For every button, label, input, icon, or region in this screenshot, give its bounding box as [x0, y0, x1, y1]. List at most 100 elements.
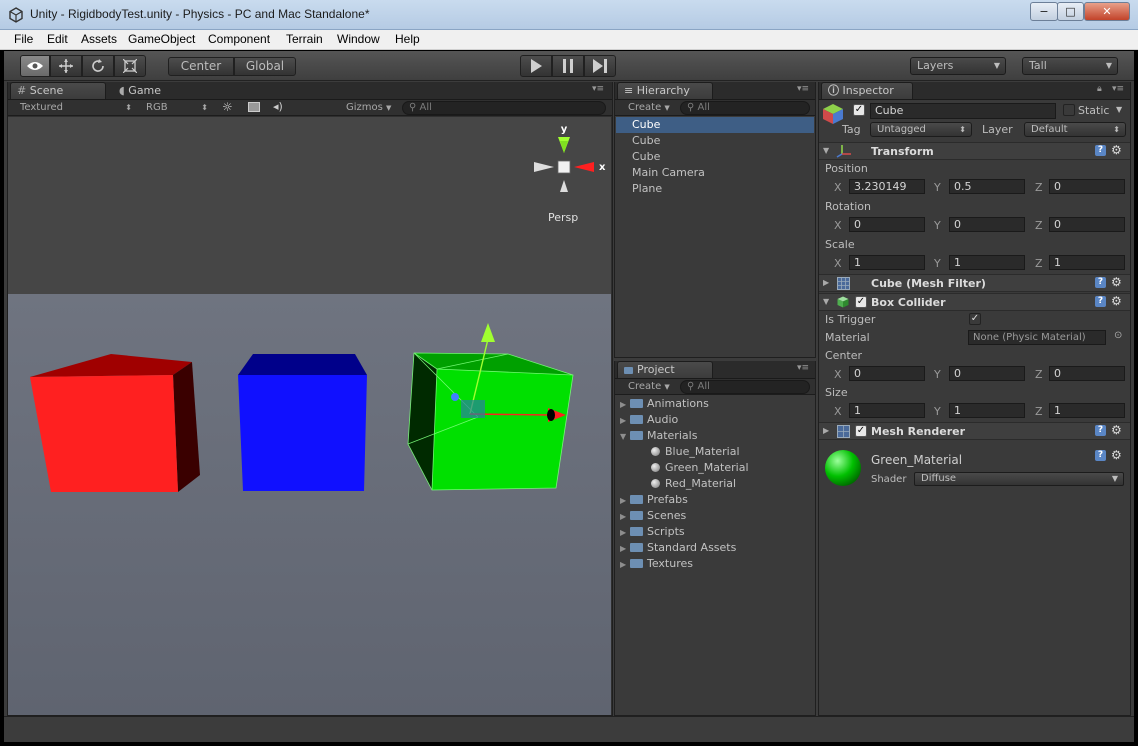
layers-dropdown[interactable]: Layers ▼ — [910, 57, 1006, 75]
position-y-field[interactable]: 0.5 — [949, 179, 1025, 194]
project-folder-materials[interactable]: ▼ Materials — [620, 428, 697, 444]
red-cube[interactable] — [30, 354, 200, 492]
help-icon[interactable]: ? — [1095, 277, 1106, 288]
mesh-renderer-enabled-checkbox[interactable]: ✓ — [855, 425, 867, 437]
collapse-arrow-icon[interactable]: ▼ — [823, 146, 829, 155]
maximize-button[interactable]: □ — [1057, 2, 1084, 21]
hierarchy-create-dropdown[interactable]: Create ▼ — [628, 101, 674, 115]
center-x-field[interactable]: 0 — [849, 366, 925, 381]
tag-dropdown[interactable]: Untagged ⬍ — [870, 122, 972, 137]
audio-toggle-speaker-icon[interactable]: ◂) — [273, 100, 283, 113]
play-button[interactable] — [520, 55, 552, 77]
position-x-field[interactable]: 3.230149 — [849, 179, 925, 194]
tab-hierarchy[interactable]: ≡ Hierarchy — [617, 82, 713, 99]
help-icon[interactable]: ? — [1095, 296, 1106, 307]
perspective-label[interactable]: Persp — [548, 211, 578, 224]
panel-menu-icon[interactable]: ▾≡ — [797, 363, 809, 373]
move-tool-button[interactable] — [50, 55, 82, 77]
project-folder-prefabs[interactable]: ▶ Prefabs — [620, 492, 688, 508]
project-folder-standard-assets[interactable]: ▶ Standard Assets — [620, 540, 736, 556]
center-z-field[interactable]: 0 — [1049, 366, 1125, 381]
collapse-arrow-icon[interactable]: ▼ — [823, 297, 829, 306]
rotation-x-field[interactable]: 0 — [849, 217, 925, 232]
project-folder-scenes[interactable]: ▶ Scenes — [620, 508, 686, 524]
tab-inspector[interactable]: ⓘ Inspector — [821, 82, 913, 99]
project-asset-red-material[interactable]: Red_Material — [651, 476, 736, 492]
image-effects-toggle-icon[interactable] — [248, 102, 260, 112]
pivot-global-toggle[interactable]: Global — [234, 57, 296, 76]
blue-cube[interactable] — [238, 354, 367, 491]
hierarchy-item-cube[interactable]: Cube — [616, 149, 814, 165]
active-checkbox[interactable]: ✓ — [853, 104, 865, 116]
help-icon[interactable]: ? — [1095, 145, 1106, 156]
scene-viewport[interactable]: y x Persp — [8, 117, 611, 715]
layout-dropdown[interactable]: Tall ▼ — [1022, 57, 1118, 75]
scene-orientation-gizmo[interactable]: y x — [534, 124, 606, 192]
hierarchy-item-main-camera[interactable]: Main Camera — [616, 165, 814, 181]
pivot-center-toggle[interactable]: Center — [168, 57, 234, 76]
tab-project[interactable]: Project — [617, 361, 713, 378]
hierarchy-item-cube-selected[interactable]: Cube — [616, 117, 814, 133]
color-mode-dropdown[interactable]: RGB ⬍ — [146, 101, 208, 115]
panel-menu-icon[interactable]: ▾≡ — [797, 84, 809, 94]
render-mode-dropdown[interactable]: Textured ⬍ — [20, 101, 132, 115]
project-create-dropdown[interactable]: Create ▼ — [628, 380, 674, 394]
position-z-field[interactable]: 0 — [1049, 179, 1125, 194]
menu-help[interactable]: Help — [395, 32, 420, 46]
project-folder-audio[interactable]: ▶ Audio — [620, 412, 678, 428]
hierarchy-item-cube[interactable]: Cube — [616, 133, 814, 149]
panel-menu-icon[interactable]: ▾≡ — [592, 84, 604, 94]
help-icon[interactable]: ? — [1095, 425, 1106, 436]
close-button[interactable]: ✕ — [1084, 2, 1130, 21]
static-checkbox[interactable] — [1063, 104, 1075, 116]
rotation-y-field[interactable]: 0 — [949, 217, 1025, 232]
project-folder-textures[interactable]: ▶ Textures — [620, 556, 693, 572]
step-button[interactable] — [584, 55, 616, 77]
size-z-field[interactable]: 1 — [1049, 403, 1125, 418]
menu-assets[interactable]: Assets — [81, 32, 117, 46]
gear-icon[interactable]: ⚙ — [1111, 276, 1122, 288]
gear-icon[interactable]: ⚙ — [1111, 449, 1122, 461]
lock-icon[interactable]: 🔒︎ — [1097, 84, 1102, 94]
layer-dropdown[interactable]: Default ⬍ — [1024, 122, 1126, 137]
minimize-button[interactable]: − — [1030, 2, 1058, 21]
rotation-z-field[interactable]: 0 — [1049, 217, 1125, 232]
tab-scene[interactable]: # Scene — [10, 82, 106, 99]
physic-material-field[interactable]: None (Physic Material) — [968, 330, 1106, 345]
scale-x-field[interactable]: 1 — [849, 255, 925, 270]
size-x-field[interactable]: 1 — [849, 403, 925, 418]
project-asset-green-material[interactable]: Green_Material — [651, 460, 749, 476]
project-asset-blue-material[interactable]: Blue_Material — [651, 444, 740, 460]
hierarchy-item-plane[interactable]: Plane — [616, 181, 814, 197]
menu-gameobject[interactable]: GameObject — [128, 32, 195, 46]
box-collider-enabled-checkbox[interactable]: ✓ — [855, 296, 867, 308]
object-picker-icon[interactable]: ⊙ — [1114, 330, 1122, 341]
chevron-down-icon[interactable]: ▼ — [1116, 105, 1122, 114]
menu-edit[interactable]: Edit — [47, 32, 68, 46]
object-name-input[interactable]: Cube — [870, 103, 1056, 119]
scale-tool-button[interactable] — [114, 55, 146, 77]
project-folder-scripts[interactable]: ▶ Scripts — [620, 524, 685, 540]
project-folder-animations[interactable]: ▶ Animations — [620, 396, 709, 412]
tab-game[interactable]: ◖ Game — [112, 82, 192, 99]
menu-component[interactable]: Component — [208, 32, 270, 46]
rotate-tool-button[interactable] — [82, 55, 114, 77]
is-trigger-checkbox[interactable]: ✓ — [969, 313, 981, 325]
shader-dropdown[interactable]: Diffuse ▼ — [914, 472, 1124, 486]
gear-icon[interactable]: ⚙ — [1111, 144, 1122, 156]
view-tool-button[interactable] — [20, 55, 50, 77]
project-search-input[interactable]: ⚲ All — [680, 380, 810, 394]
scene-search-input[interactable]: ⚲ All — [402, 101, 606, 115]
gizmos-dropdown[interactable]: Gizmos ▼ — [346, 101, 396, 115]
panel-menu-icon[interactable]: ▾≡ — [1112, 84, 1124, 94]
scale-z-field[interactable]: 1 — [1049, 255, 1125, 270]
gear-icon[interactable]: ⚙ — [1111, 424, 1122, 436]
gear-icon[interactable]: ⚙ — [1111, 295, 1122, 307]
transform-header[interactable] — [819, 142, 1130, 160]
help-icon[interactable]: ? — [1095, 450, 1106, 461]
hierarchy-search-input[interactable]: ⚲ All — [680, 101, 810, 115]
menu-window[interactable]: Window — [337, 32, 380, 46]
pause-button[interactable] — [552, 55, 584, 77]
expand-arrow-icon[interactable]: ▶ — [823, 426, 829, 435]
lighting-toggle-sun-icon[interactable]: ☼ — [222, 100, 233, 114]
